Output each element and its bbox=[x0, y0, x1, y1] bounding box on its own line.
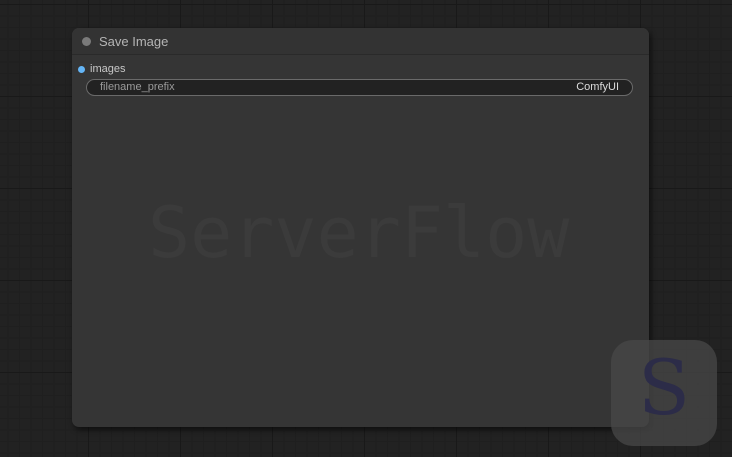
save-image-node[interactable]: Save Image images filename_prefix ComfyU… bbox=[72, 28, 649, 427]
graph-canvas[interactable]: Save Image images filename_prefix ComfyU… bbox=[0, 0, 732, 457]
node-header[interactable]: Save Image bbox=[72, 28, 649, 55]
node-title: Save Image bbox=[99, 34, 169, 49]
input-slot-label: images bbox=[90, 63, 126, 75]
input-slot-images[interactable]: images bbox=[78, 63, 125, 75]
filename-prefix-widget[interactable]: filename_prefix ComfyUI bbox=[86, 79, 633, 96]
input-connector-icon[interactable] bbox=[78, 65, 85, 73]
collapse-toggle-icon[interactable] bbox=[82, 37, 91, 46]
widget-name-label: filename_prefix bbox=[100, 81, 175, 93]
widget-value: ComfyUI bbox=[576, 81, 619, 93]
